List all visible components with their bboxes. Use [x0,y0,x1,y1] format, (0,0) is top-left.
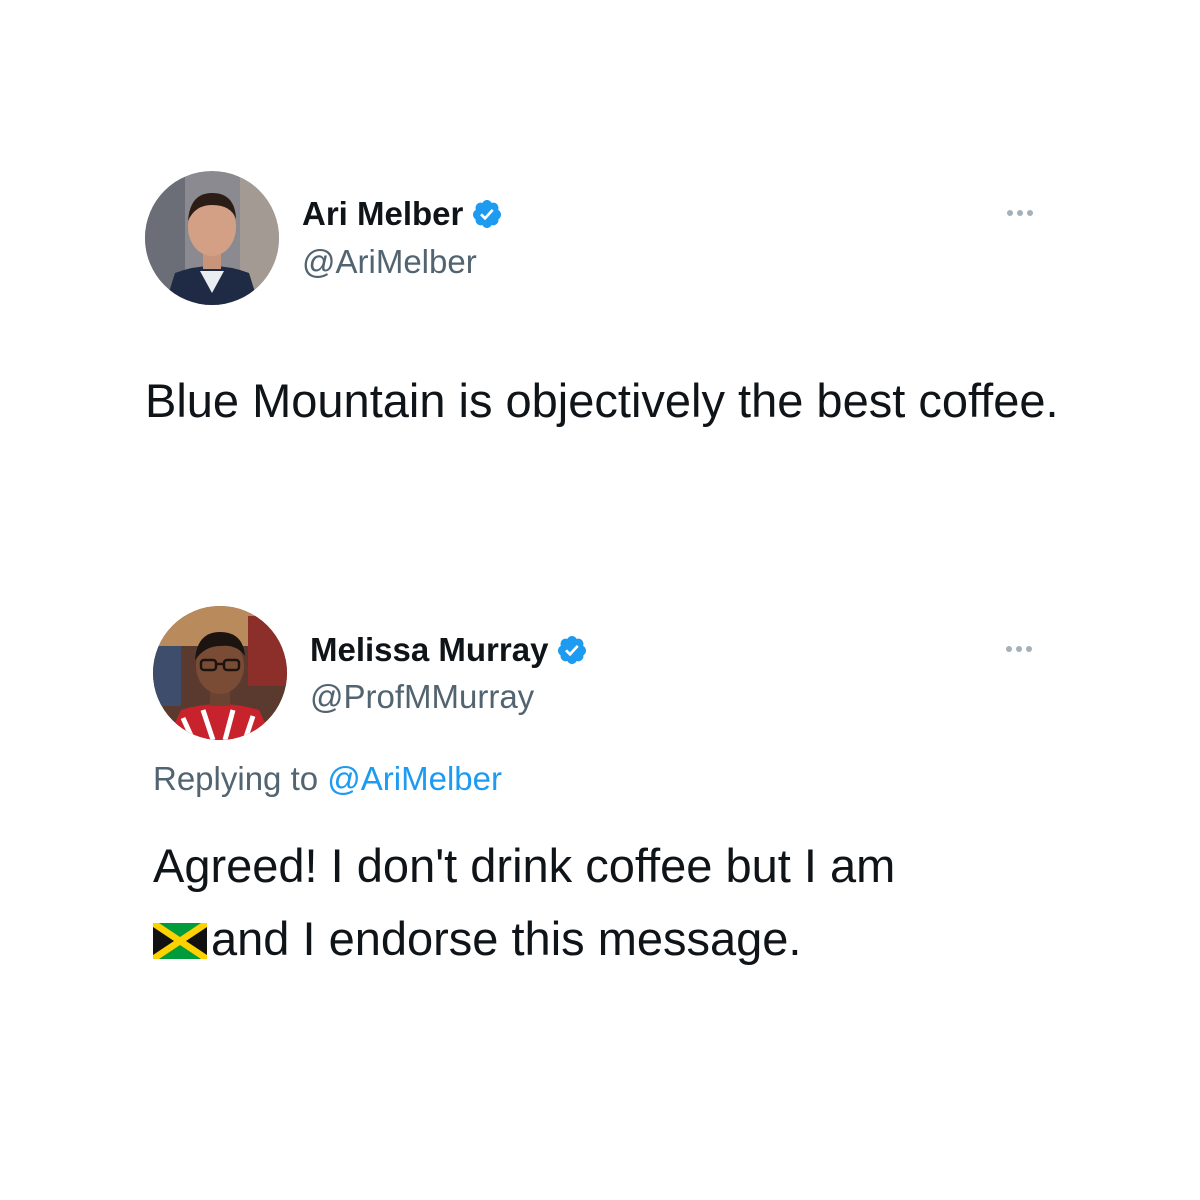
replying-to-line: Replying to @AriMelber [153,760,502,798]
tweet-text: Agreed! I don't drink coffee but I am an… [153,830,1093,976]
author-row: Ari Melber [302,194,503,234]
verified-badge-icon [471,198,503,230]
author-row: Melissa Murray [310,630,588,670]
replying-to-label: Replying to [153,760,319,797]
tweet-text-line-1: Agreed! I don't drink coffee but I am [153,839,896,892]
tweet-reply: Melissa Murray @ProfMMurray Replying to … [0,560,1200,1200]
more-options-icon[interactable] [1006,646,1032,652]
more-options-icon[interactable] [1007,210,1033,216]
tweet-original: Ari Melber @AriMelber Blue Mountain is o… [0,0,1200,560]
jamaica-flag-icon [153,922,207,959]
author-handle[interactable]: @ProfMMurray [310,678,534,716]
verified-badge-icon [556,634,588,666]
avatar-photo-icon [153,606,287,740]
author-display-name[interactable]: Ari Melber [302,195,463,233]
author-display-name[interactable]: Melissa Murray [310,631,548,669]
author-handle[interactable]: @AriMelber [302,243,477,281]
tweet-text-line-2: and I endorse this message. [211,911,802,965]
avatar-ari-melber[interactable] [145,171,279,305]
tweet-text: Blue Mountain is objectively the best co… [145,374,1059,427]
avatar-photo-icon [145,171,279,305]
replying-to-handle-link[interactable]: @AriMelber [327,760,502,797]
avatar-melissa-murray[interactable] [153,606,287,740]
